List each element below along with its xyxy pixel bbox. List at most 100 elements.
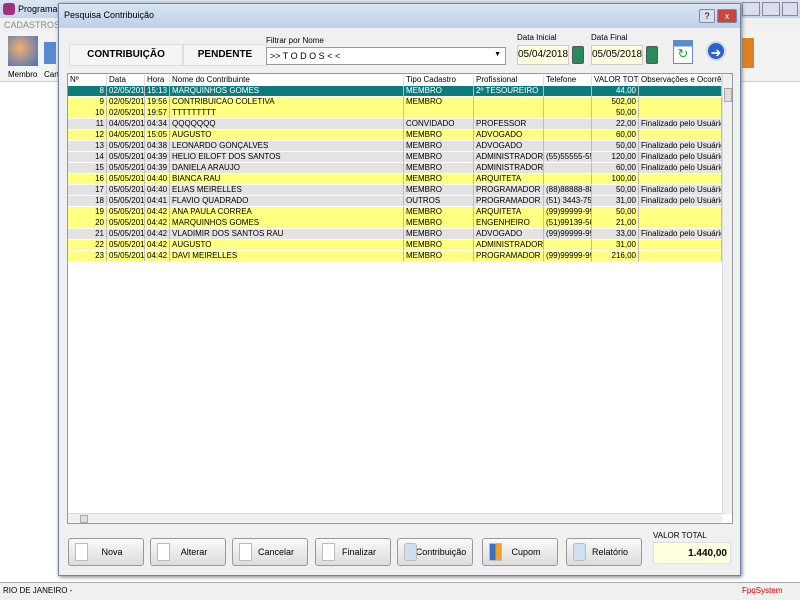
button-0[interactable]: Nova [68, 538, 144, 566]
dialog-title: Pesquisa Contribuição [64, 10, 155, 20]
app-close-button[interactable] [782, 2, 798, 16]
status-bar: RIO DE JANEIRO - FpqSystem [0, 582, 800, 600]
col-hora: 19:56 [145, 97, 170, 108]
table-row[interactable]: 2205/05/201804:42AUGUSTOMEMBROADMINISTRA… [68, 240, 722, 251]
vertical-scrollbar[interactable] [722, 74, 732, 514]
col-numero: 19 [68, 207, 107, 218]
button-1[interactable]: Alterar [150, 538, 226, 566]
printer-icon [404, 543, 417, 561]
tab-contribuicao[interactable]: CONTRIBUIÇÃO [69, 44, 183, 66]
col-valor: 50,00 [592, 207, 639, 218]
calendar-icon[interactable] [646, 46, 658, 64]
membro-icon[interactable] [8, 36, 38, 66]
date-end-input[interactable]: 05/05/2018 [591, 45, 643, 65]
filter-name-select[interactable]: >> T O D O S < < ▼ [266, 47, 506, 65]
contribution-grid[interactable]: Nº Data Hora Nome do Contribuinte Tipo Cadas… [67, 73, 733, 524]
dialog-close-button[interactable]: x [717, 9, 737, 23]
arrow-right-icon[interactable]: ➜ [706, 41, 726, 61]
col-tipo: OUTROS [404, 196, 474, 207]
col-tipo: MEMBRO [404, 163, 474, 174]
table-row[interactable]: 2305/05/201804:42DAVI MEIRELLESMEMBROPRO… [68, 251, 722, 262]
col-hora: 04:39 [145, 152, 170, 163]
table-row[interactable]: 1905/05/201804:42ANA PAULA CORREAMEMBROA… [68, 207, 722, 218]
col-telefone [544, 174, 592, 185]
col-profissional: Profissional [474, 75, 544, 86]
date-start-input[interactable]: 05/04/2018 [517, 45, 569, 65]
col-profissional: ADVOGADO [474, 229, 544, 240]
col-data: 05/05/2018 [107, 185, 145, 196]
card-icon[interactable] [44, 42, 56, 64]
exit-icon[interactable] [742, 38, 754, 68]
table-row[interactable]: 1405/05/201804:39HELIO EILOFT DOS SANTOS… [68, 152, 722, 163]
table-row[interactable]: 1605/05/201804:40BIANCA RAUMEMBROARQUITE… [68, 174, 722, 185]
col-valor: 50,00 [592, 108, 639, 119]
col-valor: 100,00 [592, 174, 639, 185]
toolbar-cart[interactable]: Cart [44, 70, 59, 79]
col-telefone [544, 130, 592, 141]
table-row[interactable]: 2105/05/201804:42VLADIMIR DOS SANTOS RAU… [68, 229, 722, 240]
tab-pendente[interactable]: PENDENTE [183, 44, 267, 66]
grid-header[interactable]: Nº Data Hora Nome do Contribuinte Tipo Cadas… [68, 75, 722, 86]
col-telefone [544, 86, 592, 97]
col-nome: AUGUSTO [170, 130, 404, 141]
help-button[interactable]: ? [699, 9, 715, 23]
hscroll-thumb[interactable] [80, 515, 88, 523]
table-row[interactable]: 1002/05/201819:57TTTTTTTTT 50,00 [68, 108, 722, 119]
col-profissional [474, 97, 544, 108]
col-telefone: (51) 3443-7592 [544, 196, 592, 207]
col-numero: 14 [68, 152, 107, 163]
col-numero: 20 [68, 218, 107, 229]
col-nome: DANIELA ARAUJO [170, 163, 404, 174]
col-valor: VALOR TOTAL [592, 75, 639, 86]
col-nome: ANA PAULA CORREA [170, 207, 404, 218]
col-observacoes [639, 240, 722, 251]
table-row[interactable]: 1705/05/201804:40ELIAS MEIRELLESMEMBROPR… [68, 185, 722, 196]
col-profissional: ADMINISTRADOR [474, 152, 544, 163]
col-observacoes: Finalizado pelo Usuário MAST [639, 163, 722, 174]
col-nome: BIANCA RAU [170, 174, 404, 185]
col-valor: 33,00 [592, 229, 639, 240]
coupon-icon [489, 543, 502, 561]
date-start-label: Data Inicial [517, 33, 557, 42]
refresh-icon[interactable]: ↻ [673, 40, 693, 64]
col-observacoes: Finalizado pelo Usuário MAST [639, 152, 722, 163]
table-row[interactable]: 1104/05/201804:34QQQQQQQCONVIDADOPROFESS… [68, 119, 722, 130]
col-telefone: (51)99139-5089 [544, 218, 592, 229]
minimize-button[interactable] [742, 2, 760, 16]
col-data: 02/05/2018 [107, 97, 145, 108]
table-row[interactable]: 1305/05/201804:38LEONARDO GONÇALVESMEMBR… [68, 141, 722, 152]
button-6[interactable]: Relatório [566, 538, 642, 566]
table-row[interactable]: 1805/05/201804:41FLAVIO QUADRADOOUTROSPR… [68, 196, 722, 207]
col-profissional [474, 108, 544, 119]
toolbar-membro[interactable]: Membro [8, 70, 37, 79]
col-valor: 22,00 [592, 119, 639, 130]
col-observacoes: Finalizado pelo Usuário MAST [639, 119, 722, 130]
scroll-thumb[interactable] [724, 88, 732, 102]
col-nome: LEONARDO GONÇALVES [170, 141, 404, 152]
table-row[interactable]: 1204/05/201815:05AUGUSTOMEMBROADVOGADO 60… [68, 130, 722, 141]
button-2[interactable]: Cancelar [232, 538, 308, 566]
table-row[interactable]: 1505/05/201804:39DANIELA ARAUJOMEMBROADM… [68, 163, 722, 174]
button-label: Nova [101, 547, 123, 557]
horizontal-scrollbar[interactable] [68, 513, 722, 523]
restore-button[interactable] [762, 2, 780, 16]
button-3[interactable]: Finalizar [315, 538, 391, 566]
button-5[interactable]: Cupom [482, 538, 558, 566]
table-row[interactable]: 802/05/201815:13MARQUINHOS GOMESMEMBRO2º… [68, 86, 722, 97]
table-row[interactable]: 2005/05/201804:42MARQUINHOS GOMESMEMBROE… [68, 218, 722, 229]
col-tipo: MEMBRO [404, 130, 474, 141]
calendar-icon[interactable] [572, 46, 584, 64]
col-hora: Hora [145, 75, 170, 86]
button-4[interactable]: Contribuição [397, 538, 473, 566]
col-observacoes: Finalizado pelo Usuário MAST [639, 229, 722, 240]
col-data: 02/05/2018 [107, 86, 145, 97]
col-nome: DAVI MEIRELLES [170, 251, 404, 262]
col-valor: 44,00 [592, 86, 639, 97]
table-row[interactable]: 902/05/201819:56CONTRIBUICAO COLETIVAMEM… [68, 97, 722, 108]
col-data: 04/05/2018 [107, 119, 145, 130]
col-telefone [544, 108, 592, 119]
col-profissional: PROFESSOR [474, 119, 544, 130]
col-telefone: (88)88888-8888 [544, 185, 592, 196]
col-hora: 15:13 [145, 86, 170, 97]
total-label: VALOR TOTAL [653, 531, 707, 540]
